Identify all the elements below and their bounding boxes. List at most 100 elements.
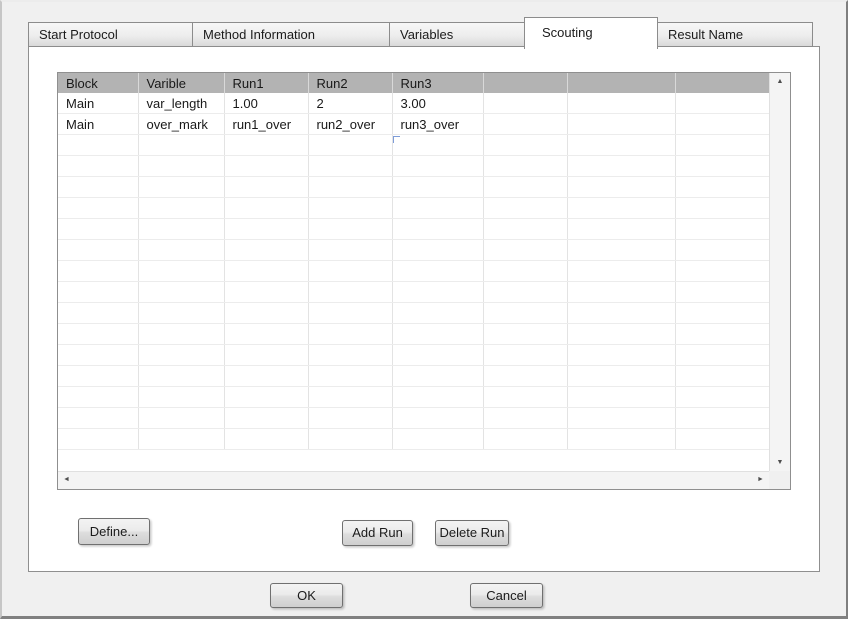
grid-cell[interactable]: [483, 261, 567, 282]
grid-cell[interactable]: Main: [58, 114, 138, 135]
grid-cell[interactable]: [483, 240, 567, 261]
tab-result-name[interactable]: Result Name: [657, 22, 813, 47]
grid-cell[interactable]: [224, 177, 308, 198]
grid-cell[interactable]: [58, 303, 138, 324]
grid-cell[interactable]: [675, 303, 769, 324]
grid-cell[interactable]: [483, 156, 567, 177]
grid-cell[interactable]: [58, 324, 138, 345]
grid-cell[interactable]: [392, 345, 483, 366]
grid-cell[interactable]: [675, 408, 769, 429]
grid-cell[interactable]: [675, 345, 769, 366]
grid-cell[interactable]: [308, 261, 392, 282]
grid-cell[interactable]: [138, 135, 224, 156]
grid-cell[interactable]: [567, 198, 675, 219]
grid-cell[interactable]: run2_over: [308, 114, 392, 135]
grid-cell[interactable]: [58, 345, 138, 366]
grid-cell[interactable]: [308, 177, 392, 198]
grid-cell[interactable]: [58, 177, 138, 198]
grid-cell[interactable]: [224, 303, 308, 324]
grid-cell[interactable]: [675, 135, 769, 156]
vertical-scrollbar[interactable]: ▲ ▼: [769, 73, 790, 471]
grid-cell[interactable]: [675, 240, 769, 261]
grid-cell[interactable]: 1.00: [224, 93, 308, 114]
grid-cell[interactable]: [308, 408, 392, 429]
grid-cell[interactable]: [483, 93, 567, 114]
grid-cell[interactable]: [224, 219, 308, 240]
grid-cell[interactable]: run1_over: [224, 114, 308, 135]
grid-cell[interactable]: [224, 345, 308, 366]
grid-cell[interactable]: [392, 303, 483, 324]
grid-cell[interactable]: [224, 240, 308, 261]
grid-cell[interactable]: [392, 219, 483, 240]
grid-cell[interactable]: [675, 429, 769, 450]
grid-cell[interactable]: [138, 408, 224, 429]
grid-cell[interactable]: [567, 408, 675, 429]
grid-cell[interactable]: [392, 429, 483, 450]
grid-cell[interactable]: [138, 387, 224, 408]
grid-cell[interactable]: [58, 282, 138, 303]
add-run-button[interactable]: Add Run: [342, 520, 413, 546]
grid-cell[interactable]: [308, 240, 392, 261]
grid-cell[interactable]: var_length: [138, 93, 224, 114]
grid-cell[interactable]: [138, 156, 224, 177]
grid-cell[interactable]: [392, 408, 483, 429]
grid-cell[interactable]: [567, 177, 675, 198]
grid-cell[interactable]: [392, 198, 483, 219]
grid-cell[interactable]: [308, 282, 392, 303]
grid-cell[interactable]: [392, 366, 483, 387]
grid-cell[interactable]: [483, 408, 567, 429]
grid-cell[interactable]: over_mark: [138, 114, 224, 135]
grid-cell[interactable]: [675, 324, 769, 345]
grid-cell[interactable]: [138, 429, 224, 450]
grid-cell[interactable]: [308, 135, 392, 156]
grid-cell[interactable]: [308, 387, 392, 408]
grid-cell[interactable]: [138, 261, 224, 282]
grid-cell[interactable]: [138, 366, 224, 387]
grid-cell[interactable]: 2: [308, 93, 392, 114]
grid-cell[interactable]: [567, 345, 675, 366]
grid-cell[interactable]: [308, 429, 392, 450]
grid-cell[interactable]: [224, 429, 308, 450]
scroll-right-icon[interactable]: ►: [752, 472, 769, 489]
grid-cell[interactable]: [675, 219, 769, 240]
define-button[interactable]: Define...: [78, 518, 150, 545]
grid-cell[interactable]: [224, 408, 308, 429]
grid-cell[interactable]: [392, 261, 483, 282]
cancel-button[interactable]: Cancel: [470, 583, 543, 608]
grid-cell[interactable]: [483, 282, 567, 303]
grid-cell[interactable]: [138, 198, 224, 219]
grid-cell[interactable]: [483, 366, 567, 387]
grid-cell[interactable]: [224, 135, 308, 156]
tab-method-information[interactable]: Method Information: [192, 22, 390, 47]
grid-cell[interactable]: [224, 282, 308, 303]
grid-cell[interactable]: [675, 156, 769, 177]
scroll-down-icon[interactable]: ▼: [770, 454, 790, 471]
grid-cell[interactable]: [675, 282, 769, 303]
grid-cell[interactable]: [675, 387, 769, 408]
grid-cell[interactable]: [675, 177, 769, 198]
grid-cell[interactable]: [567, 156, 675, 177]
grid-cell[interactable]: [392, 387, 483, 408]
grid-cell[interactable]: [58, 135, 138, 156]
grid-cell[interactable]: [224, 156, 308, 177]
grid-cell[interactable]: [483, 219, 567, 240]
grid-cell[interactable]: [567, 135, 675, 156]
grid-cell[interactable]: [138, 240, 224, 261]
horizontal-scrollbar[interactable]: ◄ ►: [58, 471, 769, 489]
grid-cell[interactable]: [483, 198, 567, 219]
grid-cell[interactable]: [567, 219, 675, 240]
grid-cell[interactable]: [58, 261, 138, 282]
grid-cell[interactable]: [58, 408, 138, 429]
grid-cell[interactable]: [392, 324, 483, 345]
grid-cell[interactable]: [567, 366, 675, 387]
ok-button[interactable]: OK: [270, 583, 343, 608]
tab-start-protocol[interactable]: Start Protocol: [28, 22, 193, 47]
grid-cell[interactable]: [224, 387, 308, 408]
grid-cell[interactable]: [675, 261, 769, 282]
grid-cell[interactable]: [58, 156, 138, 177]
grid-cell[interactable]: [483, 114, 567, 135]
grid-cell[interactable]: [567, 114, 675, 135]
grid-cell[interactable]: [138, 282, 224, 303]
grid-cell[interactable]: [58, 219, 138, 240]
grid-cell[interactable]: [224, 261, 308, 282]
